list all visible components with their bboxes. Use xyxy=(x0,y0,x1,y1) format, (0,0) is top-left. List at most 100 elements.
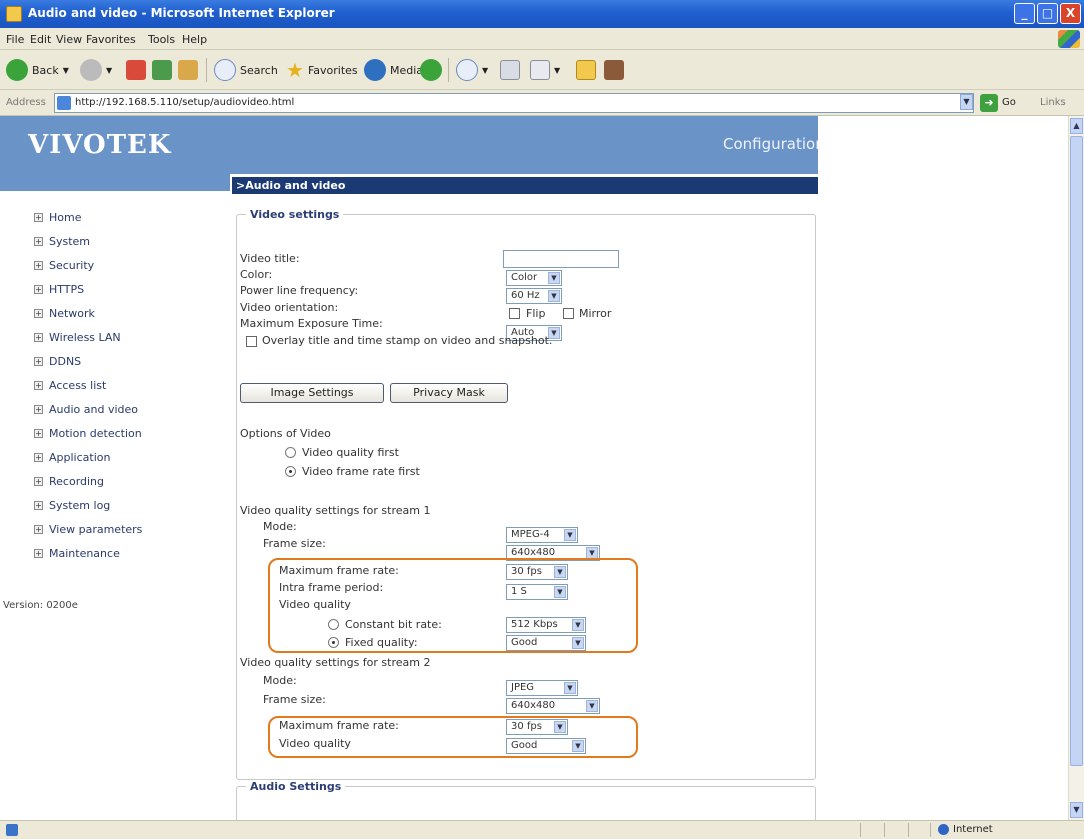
close-button[interactable]: X xyxy=(1060,3,1081,24)
sidebar-item-system-log[interactable]: + System log xyxy=(34,495,110,515)
minimize-button[interactable]: _ xyxy=(1014,3,1035,24)
mail-button[interactable]: ▼ xyxy=(456,58,488,82)
sidebar-item-recording[interactable]: + Recording xyxy=(34,471,104,491)
scroll-down-icon[interactable]: ▼ xyxy=(1070,802,1083,818)
stream1-max-frame-rate-select[interactable]: 30 fps ▼ xyxy=(506,564,568,580)
video-title-input[interactable] xyxy=(503,250,619,268)
stream1-constant-bit-rate-label: Constant bit rate: xyxy=(345,618,442,631)
menu-file[interactable]: File xyxy=(6,33,24,46)
scroll-thumb[interactable] xyxy=(1070,136,1083,766)
overlay-label: Overlay title and time stamp on video an… xyxy=(262,334,553,347)
stream1-fixed-quality-radio[interactable] xyxy=(328,637,339,648)
sidebar-item-home[interactable]: + Home xyxy=(34,207,81,227)
chevron-down-icon: ▼ xyxy=(554,566,566,578)
image-settings-button[interactable]: Image Settings xyxy=(240,383,384,403)
search-icon xyxy=(214,59,236,81)
sidebar-item-system[interactable]: + System xyxy=(34,231,90,251)
video-frame-rate-first-radio[interactable] xyxy=(285,466,296,477)
sidebar-item-wireless-lan[interactable]: + Wireless LAN xyxy=(34,327,121,347)
stop-icon xyxy=(126,60,146,80)
stream2-video-quality-select[interactable]: Good ▼ xyxy=(506,738,586,754)
stream2-mode-select[interactable]: JPEG ▼ xyxy=(506,680,578,696)
expand-icon: + xyxy=(34,524,43,534)
address-url: http://192.168.5.110/setup/audiovideo.ht… xyxy=(75,97,295,108)
options-of-video-label: Options of Video xyxy=(240,427,331,440)
go-arrow-icon[interactable]: ➜ xyxy=(980,94,998,112)
go-button[interactable]: Go xyxy=(1002,97,1016,108)
privacy-mask-button[interactable]: Privacy Mask xyxy=(390,383,508,403)
stream2-max-frame-rate-select[interactable]: 30 fps ▼ xyxy=(506,719,568,735)
stream1-constant-bit-rate-radio[interactable] xyxy=(328,619,339,630)
color-select[interactable]: Color ▼ xyxy=(506,270,562,286)
flip-checkbox[interactable] xyxy=(509,308,520,319)
expand-icon: + xyxy=(34,380,43,390)
chevron-down-icon: ▼ xyxy=(572,619,584,631)
sidebar-item-application[interactable]: + Application xyxy=(34,447,110,467)
section-arrow-icon: > xyxy=(236,179,246,192)
sidebar-item-motion-detection[interactable]: + Motion detection xyxy=(34,423,142,443)
stream1-video-quality-label: Video quality xyxy=(279,598,351,611)
forward-button[interactable]: ▼ xyxy=(80,58,112,82)
internet-zone-icon xyxy=(938,824,949,835)
favorites-button[interactable]: ★ Favorites xyxy=(286,58,358,82)
address-dropdown-icon[interactable]: ▼ xyxy=(960,94,973,110)
edit-button[interactable]: ▼ xyxy=(530,58,560,82)
sidebar-item-access-list[interactable]: + Access list xyxy=(34,375,106,395)
folder-button[interactable] xyxy=(576,58,596,82)
mirror-checkbox[interactable] xyxy=(563,308,574,319)
address-input[interactable]: http://192.168.5.110/setup/audiovideo.ht… xyxy=(54,93,974,113)
section-title: Audio and video xyxy=(245,179,346,192)
chevron-down-icon: ▼ xyxy=(62,65,69,75)
stream1-intra-frame-period-select[interactable]: 1 S ▼ xyxy=(506,584,568,600)
media-button[interactable]: Media xyxy=(364,58,423,82)
home-button[interactable] xyxy=(178,58,198,82)
links-button[interactable]: Links xyxy=(1040,97,1066,108)
power-line-frequency-select[interactable]: 60 Hz ▼ xyxy=(506,288,562,304)
search-label: Search xyxy=(240,63,278,77)
stream2-frame-size-label: Frame size: xyxy=(263,693,326,706)
sidebar: + Home + System + Security + HTTPS + Network … xyxy=(0,174,230,820)
stream1-mode-select[interactable]: MPEG-4 ▼ xyxy=(506,527,578,543)
edit-icon xyxy=(530,60,550,80)
refresh-button[interactable] xyxy=(152,58,172,82)
back-button[interactable]: Back ▼ xyxy=(6,58,69,82)
vertical-scrollbar[interactable]: ▲ ▼ xyxy=(1068,116,1084,820)
stream1-max-frame-rate-label: Maximum frame rate: xyxy=(279,564,399,577)
chevron-down-icon: ▼ xyxy=(482,65,489,75)
history-button[interactable] xyxy=(420,58,442,82)
scroll-up-icon[interactable]: ▲ xyxy=(1070,118,1083,134)
overlay-checkbox[interactable] xyxy=(246,336,257,347)
expand-icon: + xyxy=(34,452,43,462)
stop-button[interactable] xyxy=(126,58,146,82)
print-button[interactable] xyxy=(500,58,520,82)
chevron-down-icon: ▼ xyxy=(554,721,566,733)
video-quality-first-radio[interactable] xyxy=(285,447,296,458)
expand-icon: + xyxy=(34,332,43,342)
menu-edit[interactable]: Edit xyxy=(30,33,51,46)
menu-favorites[interactable]: Favorites xyxy=(86,33,136,46)
menu-view[interactable]: View xyxy=(56,33,82,46)
stream1-frame-size-label: Frame size: xyxy=(263,537,326,550)
menu-help[interactable]: Help xyxy=(182,33,207,46)
vivotek-logo: VIVOTEK xyxy=(28,130,172,160)
sidebar-item-maintenance[interactable]: + Maintenance xyxy=(34,543,120,563)
stream2-mode-label: Mode: xyxy=(263,674,297,687)
stream1-fixed-quality-select[interactable]: Good ▼ xyxy=(506,635,586,651)
sidebar-item-view-parameters[interactable]: + View parameters xyxy=(34,519,142,539)
stream1-bit-rate-select[interactable]: 512 Kbps ▼ xyxy=(506,617,586,633)
stream2-frame-size-select[interactable]: 640x480 ▼ xyxy=(506,698,600,714)
folder-icon xyxy=(576,60,596,80)
sidebar-item-network[interactable]: + Network xyxy=(34,303,95,323)
home-icon xyxy=(178,60,198,80)
expand-icon: + xyxy=(34,260,43,270)
ie-app-icon xyxy=(6,6,22,22)
sidebar-item-ddns[interactable]: + DDNS xyxy=(34,351,81,371)
sidebar-item-security[interactable]: + Security xyxy=(34,255,94,275)
sidebar-item-https[interactable]: + HTTPS xyxy=(34,279,84,299)
research-button[interactable] xyxy=(604,58,624,82)
search-button[interactable]: Search xyxy=(214,58,278,82)
sidebar-item-audio-and-video[interactable]: + Audio and video xyxy=(34,399,138,419)
menu-tools[interactable]: Tools xyxy=(148,33,175,46)
maximize-button[interactable]: □ xyxy=(1037,3,1058,24)
audio-settings-legend: Audio Settings xyxy=(246,780,346,793)
